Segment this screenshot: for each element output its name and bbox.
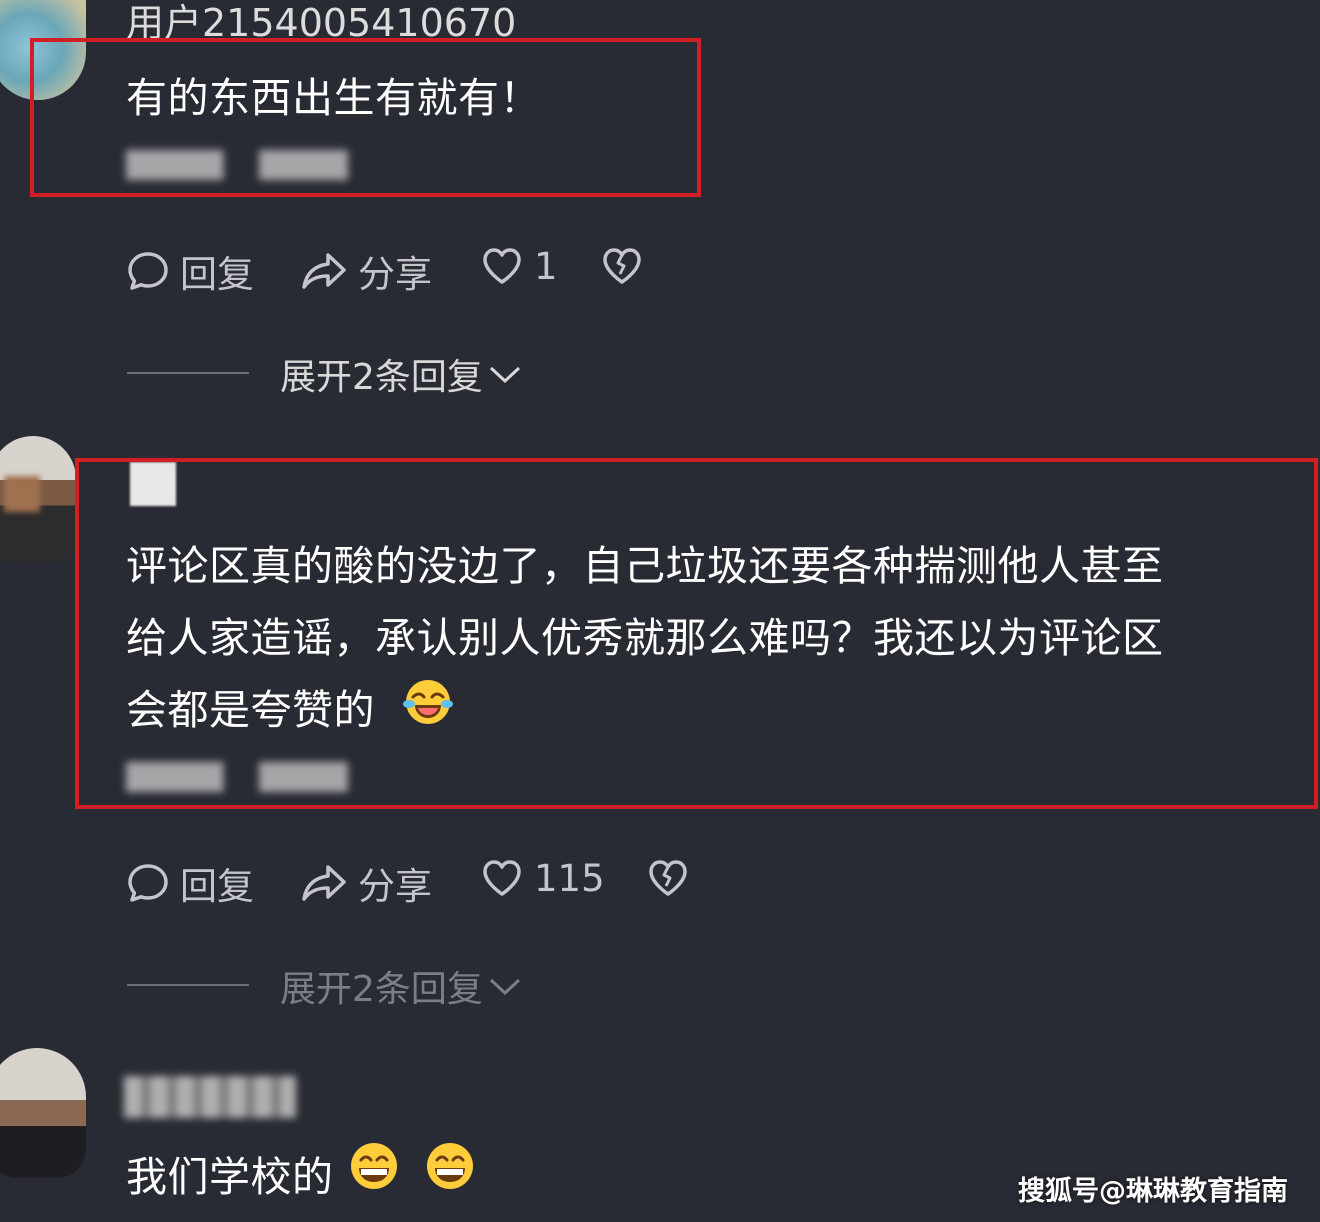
dislike-button[interactable] — [600, 244, 644, 288]
comment-text-body: 我们学校的 — [126, 1153, 334, 1201]
like-button[interactable]: 1 — [480, 244, 558, 288]
expand-label: 展开2条回复 — [280, 969, 483, 1010]
like-button[interactable]: 115 — [480, 856, 605, 900]
reply-label: 回复 — [180, 253, 254, 296]
expand-replies-button[interactable]: 展开2条回复 — [280, 348, 523, 400]
comment-text: 我们学校的 — [126, 1140, 476, 1214]
divider-line — [127, 984, 249, 986]
expand-label: 展开2条回复 — [280, 357, 483, 398]
chevron-down-icon — [487, 354, 523, 395]
grin-emoji — [348, 1140, 400, 1214]
share-label: 分享 — [358, 253, 432, 296]
avatar[interactable] — [0, 1048, 86, 1178]
reply-label: 回复 — [180, 865, 254, 908]
watermark: 搜狐号@琳琳教育指南 — [1018, 1176, 1288, 1207]
divider-line — [127, 372, 249, 374]
comment-bubble-icon — [126, 861, 170, 905]
broken-heart-icon — [646, 856, 690, 900]
dislike-button[interactable] — [646, 856, 690, 900]
heart-icon — [480, 244, 524, 288]
share-arrow-icon — [300, 249, 348, 293]
expand-replies-button[interactable]: 展开2条回复 — [280, 960, 523, 1012]
chevron-down-icon — [487, 966, 523, 1007]
comment-bubble-icon — [126, 249, 170, 293]
username-blurred — [124, 1076, 296, 1118]
share-arrow-icon — [300, 861, 348, 905]
highlight-box — [75, 458, 1318, 809]
reply-button[interactable]: 回复 — [126, 244, 254, 298]
heart-icon — [480, 856, 524, 900]
reply-button[interactable]: 回复 — [126, 856, 254, 910]
broken-heart-icon — [600, 244, 644, 288]
like-count: 115 — [534, 856, 605, 900]
share-button[interactable]: 分享 — [300, 244, 432, 298]
share-button[interactable]: 分享 — [300, 856, 432, 910]
like-count: 1 — [534, 244, 558, 288]
grin-emoji — [424, 1140, 476, 1214]
highlight-box — [30, 38, 701, 197]
avatar-face-blur — [4, 476, 40, 512]
share-label: 分享 — [358, 865, 432, 908]
